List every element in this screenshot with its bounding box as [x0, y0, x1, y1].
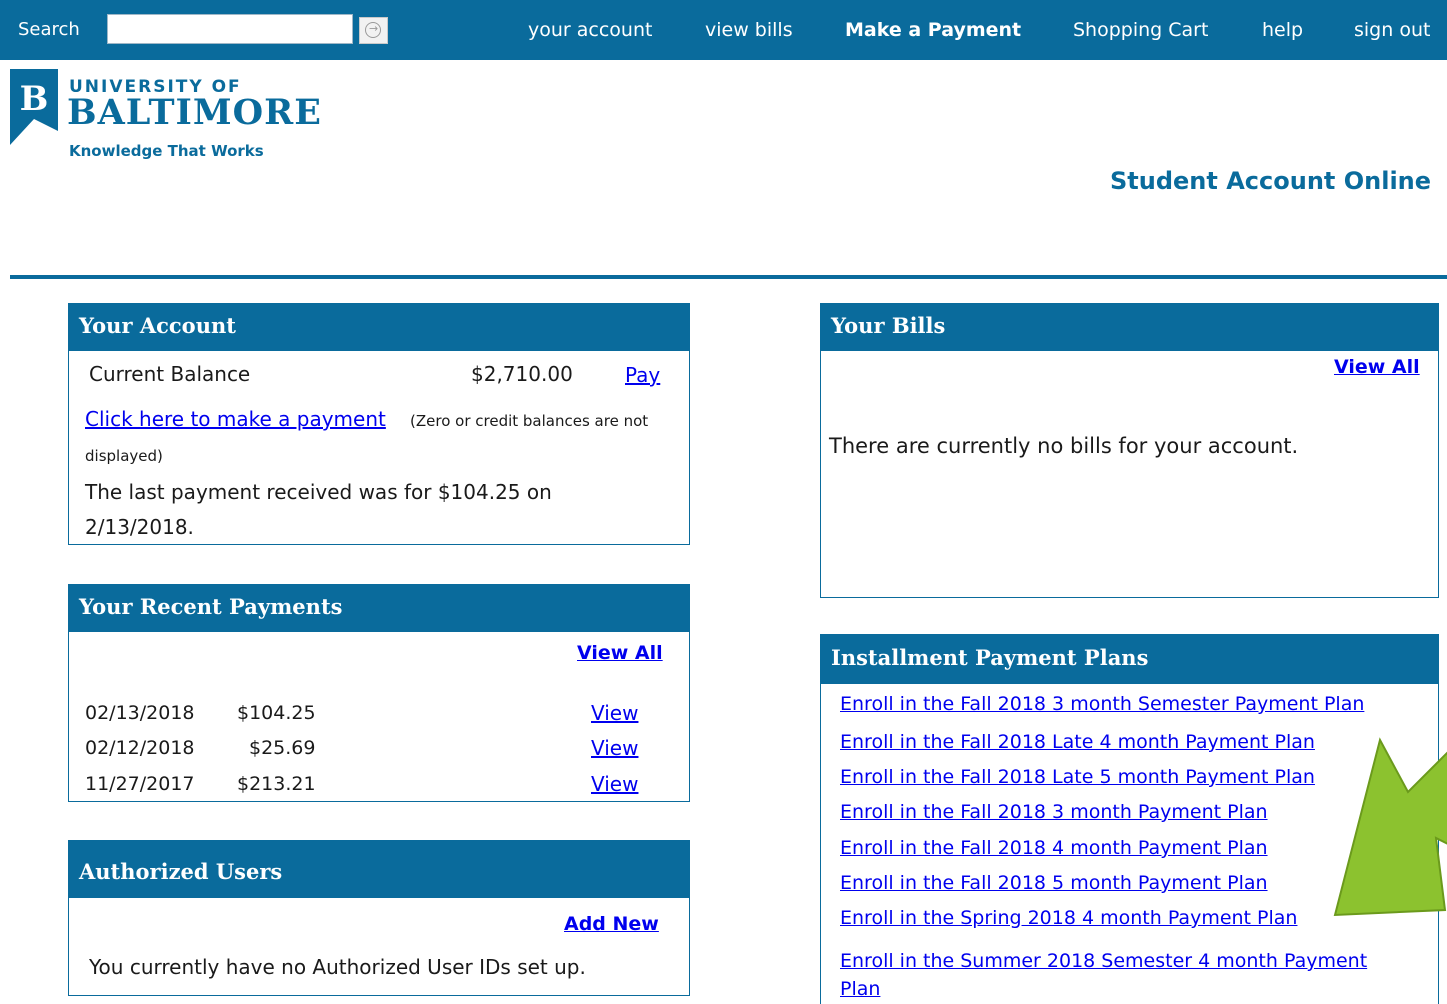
- last-payment-date: 2/13/2018.: [85, 515, 194, 539]
- header-divider: [10, 275, 1447, 279]
- payment-view-link[interactable]: View: [591, 772, 638, 796]
- logo-baltimore: BALTIMORE: [67, 92, 322, 133]
- nav-view-bills[interactable]: view bills: [705, 19, 793, 41]
- enroll-plan-link[interactable]: Enroll in the Fall 2018 Late 4 month Pay…: [840, 731, 1315, 753]
- recent-payments-header: Your Recent Payments: [69, 585, 689, 632]
- svg-text:B: B: [20, 79, 49, 119]
- installment-plans-header: Installment Payment Plans: [821, 635, 1438, 684]
- payment-note-continued: displayed): [85, 447, 163, 465]
- current-balance-label: Current Balance: [89, 362, 251, 386]
- search-label: Search: [18, 19, 80, 40]
- authorized-users-header: Authorized Users: [69, 841, 689, 898]
- nav-sign-out[interactable]: sign out: [1354, 19, 1430, 41]
- your-account-header: Your Account: [69, 304, 689, 351]
- nav-help[interactable]: help: [1262, 19, 1303, 41]
- pay-link[interactable]: Pay: [625, 363, 660, 387]
- recent-payments-panel: Your Recent Payments View All 02/13/2018…: [68, 584, 690, 802]
- enroll-plan-link[interactable]: Enroll in the Spring 2018 4 month Paymen…: [840, 907, 1297, 929]
- your-bills-panel: Your Bills View All There are currently …: [820, 303, 1439, 598]
- authorized-users-message: You currently have no Authorized User ID…: [89, 955, 586, 979]
- payment-amount: $25.69: [249, 737, 316, 759]
- enroll-plan-link[interactable]: Enroll in the Fall 2018 Late 5 month Pay…: [840, 766, 1315, 788]
- payments-view-all-link[interactable]: View All: [577, 642, 663, 664]
- nav-make-a-payment[interactable]: Make a Payment: [845, 19, 1021, 41]
- enroll-plan-link[interactable]: Enroll in the Summer 2018 Semester 4 mon…: [840, 950, 1367, 972]
- payment-date: 11/27/2017: [85, 773, 195, 795]
- enroll-plan-link[interactable]: Enroll in the Fall 2018 3 month Semester…: [840, 693, 1364, 715]
- nav-shopping-cart[interactable]: Shopping Cart: [1073, 19, 1208, 41]
- callout-arrow-icon: [1333, 737, 1447, 917]
- enroll-plan-link[interactable]: Enroll in the Fall 2018 3 month Payment …: [840, 801, 1268, 823]
- payment-amount: $104.25: [237, 702, 316, 724]
- payment-date: 02/13/2018: [85, 702, 195, 724]
- arrow-right-circle-icon: →: [365, 22, 381, 38]
- payment-amount: $213.21: [237, 773, 316, 795]
- payment-view-link[interactable]: View: [591, 701, 638, 725]
- search-go-button[interactable]: →: [359, 17, 388, 44]
- payment-view-link[interactable]: View: [591, 736, 638, 760]
- authorized-users-panel: Authorized Users Add New You currently h…: [68, 840, 690, 996]
- top-nav-bar: Search → your account view bills Make a …: [0, 0, 1447, 60]
- your-bills-header: Your Bills: [821, 304, 1438, 351]
- university-logo-icon: B: [10, 69, 58, 145]
- add-new-user-link[interactable]: Add New: [564, 913, 659, 935]
- current-balance-value: $2,710.00: [471, 362, 573, 386]
- make-payment-link[interactable]: Click here to make a payment: [85, 407, 386, 431]
- search-input[interactable]: [107, 14, 353, 44]
- no-bills-message: There are currently no bills for your ac…: [829, 434, 1299, 458]
- last-payment-text: The last payment received was for $104.2…: [85, 480, 552, 504]
- site-title: Student Account Online: [1110, 167, 1432, 195]
- payment-date: 02/12/2018: [85, 737, 195, 759]
- payment-note: (Zero or credit balances are not: [410, 412, 649, 430]
- bills-view-all-link[interactable]: View All: [1334, 356, 1420, 378]
- enroll-plan-link[interactable]: Enroll in the Fall 2018 4 month Payment …: [840, 837, 1268, 859]
- nav-your-account[interactable]: your account: [528, 19, 652, 41]
- your-account-panel: Your Account Current Balance $2,710.00 P…: [68, 303, 690, 545]
- enroll-plan-link-continued[interactable]: Plan: [840, 978, 880, 1000]
- logo-tagline: Knowledge That Works: [69, 142, 264, 160]
- enroll-plan-link[interactable]: Enroll in the Fall 2018 5 month Payment …: [840, 872, 1268, 894]
